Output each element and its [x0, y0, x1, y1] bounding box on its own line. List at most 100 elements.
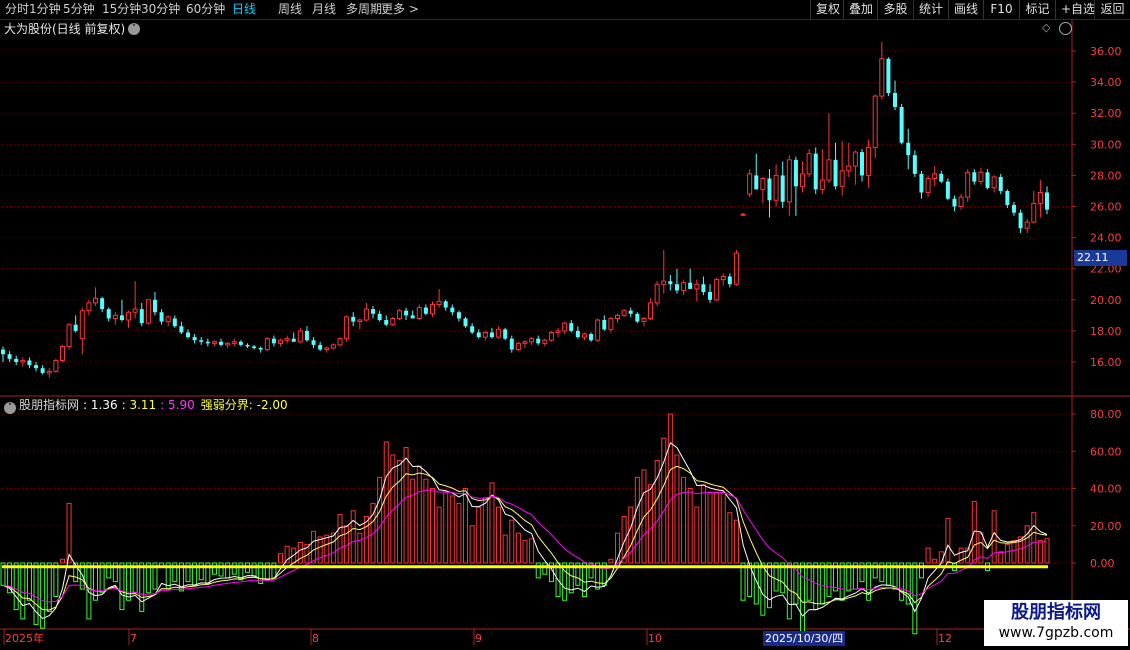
- candle-body-up: [747, 173, 753, 195]
- candle-body-down: [245, 344, 250, 347]
- toolbar-button-7[interactable]: +自选: [1055, 0, 1095, 19]
- candle-body-down: [186, 332, 191, 338]
- period-tab-7[interactable]: 周线: [278, 2, 302, 17]
- candle-body-down: [489, 332, 494, 338]
- toolbar-button-6[interactable]: 标记: [1019, 0, 1055, 19]
- indicator-bar: [727, 512, 733, 564]
- watermark-url: www.7gpzb.com: [998, 625, 1114, 641]
- indicator-value-3: : 5.90: [160, 398, 195, 412]
- candle-body-down: [701, 284, 706, 293]
- indicator-bar: [998, 551, 1004, 564]
- cursor-date-tag: 2025/10/30/四: [763, 631, 846, 646]
- candle-body-up: [436, 300, 442, 305]
- toolbar-button-8[interactable]: 返回: [1094, 0, 1130, 19]
- boundary-label: 强弱分界: -2.00: [200, 398, 288, 412]
- toolbar-button-5[interactable]: F10: [983, 0, 1019, 19]
- indicator-bar: [714, 491, 720, 564]
- candle-body-up: [126, 311, 132, 321]
- candle-body-down: [575, 330, 580, 338]
- candle-body-down: [509, 338, 514, 350]
- candle-body-down: [14, 358, 19, 362]
- diamond-icon[interactable]: ◇: [1042, 22, 1052, 33]
- candle-body-down: [100, 298, 105, 310]
- candle-body-up: [925, 178, 931, 194]
- toolbar-button-3[interactable]: 统计: [913, 0, 948, 19]
- candle-body-down: [688, 282, 693, 289]
- indicator-bar: [912, 562, 918, 635]
- candle-body-up: [648, 302, 654, 319]
- candle-body-down: [7, 354, 12, 359]
- period-tab-5[interactable]: 60分钟: [186, 2, 225, 17]
- indicator-tick-label: 60.00: [1090, 445, 1122, 458]
- indicator-bar: [330, 532, 336, 564]
- candle-body-down: [899, 106, 904, 143]
- toolbar-button-2[interactable]: 多股: [877, 0, 913, 19]
- period-tab-3[interactable]: 15分钟: [102, 2, 141, 17]
- period-tab-9[interactable]: 多周期: [346, 2, 382, 17]
- candle-body-up: [615, 314, 621, 319]
- indicator-bar: [231, 562, 237, 575]
- candle-body-up: [165, 316, 171, 323]
- circle-icon[interactable]: [1059, 22, 1072, 35]
- period-tab-8[interactable]: 月线: [312, 2, 336, 17]
- candle-body-down: [106, 309, 111, 319]
- candle-body-up: [714, 279, 720, 301]
- candle-body-down: [859, 152, 864, 176]
- candle-body-down: [476, 332, 481, 338]
- price-chart[interactable]: 36.0034.0032.0030.0028.0026.0024.0022.00…: [0, 19, 1130, 650]
- indicator-bar: [278, 553, 284, 564]
- toolbar-button-1[interactable]: 叠加: [843, 0, 877, 19]
- period-tab-0[interactable]: 分时: [5, 2, 29, 17]
- indicator-bar: [1011, 540, 1017, 564]
- period-tab-10[interactable]: 更多 >: [381, 2, 419, 17]
- indicator-bar: [509, 519, 515, 564]
- candle-body-up: [879, 58, 885, 97]
- indicator-tick-label: 20.00: [1090, 520, 1122, 533]
- candle-body-down: [985, 172, 990, 188]
- candle-body-up: [932, 173, 938, 180]
- candle-body-down: [1005, 190, 1010, 205]
- chevron-down-icon[interactable]: ˅: [4, 402, 16, 414]
- price-tick-label: 34.00: [1090, 76, 1122, 89]
- indicator-bar: [1024, 525, 1030, 564]
- toolbar-button-4[interactable]: 画线: [948, 0, 983, 19]
- candle-body-up: [225, 342, 231, 346]
- candle-body-up: [806, 153, 812, 175]
- candle-body-down: [906, 142, 911, 156]
- indicator-bar: [674, 454, 680, 564]
- indicator-bar: [86, 562, 92, 620]
- indicator-bar: [126, 562, 132, 601]
- candle-body-up: [978, 171, 984, 183]
- candle-body-up: [59, 345, 65, 361]
- time-tick-label: 10: [648, 632, 662, 645]
- indicator-bar: [628, 506, 634, 564]
- price-tick-label: 20.00: [1090, 294, 1122, 307]
- candle-body-down: [377, 313, 382, 321]
- period-tab-1[interactable]: 1分钟: [29, 2, 61, 17]
- indicator-bar: [978, 532, 984, 564]
- indicator-bar: [350, 510, 356, 564]
- chevron-down-icon[interactable]: ˅: [128, 23, 140, 35]
- indicator-bar: [522, 540, 528, 564]
- candle-body-up: [363, 308, 369, 321]
- candle-body-up: [991, 176, 997, 189]
- candle-body-up: [965, 171, 971, 198]
- period-tab-4[interactable]: 30分钟: [141, 2, 180, 17]
- candle-body-up: [66, 324, 72, 347]
- candle-body-up: [846, 165, 852, 172]
- candle-body-up: [337, 338, 343, 346]
- candle-body-down: [886, 58, 891, 93]
- candle-body-up: [79, 310, 85, 340]
- candle-body-up: [529, 338, 535, 343]
- indicator-bar: [403, 447, 409, 564]
- candle-body-down: [172, 318, 177, 327]
- toolbar-button-0[interactable]: 复权: [810, 0, 843, 19]
- price-tick-label: 30.00: [1090, 138, 1122, 151]
- period-tab-6[interactable]: 日线: [232, 2, 256, 17]
- watermark-title: 股朋指标网: [1011, 602, 1101, 623]
- candle-body-up: [86, 302, 92, 312]
- period-tab-2[interactable]: 5分钟: [63, 2, 95, 17]
- candle-body-up: [46, 370, 52, 374]
- candle-body-down: [912, 155, 917, 174]
- indicator-bar: [839, 562, 845, 601]
